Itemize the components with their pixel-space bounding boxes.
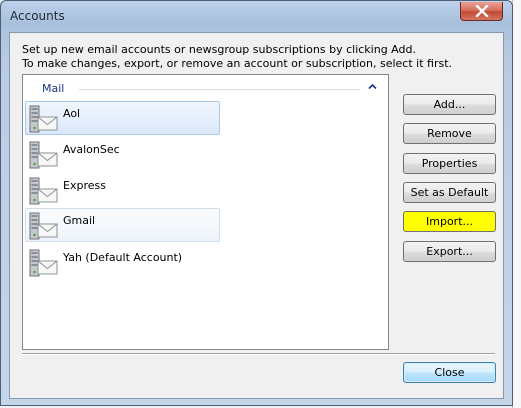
description-text: Set up new email accounts or newsgroup s… [22, 43, 452, 71]
title-bar[interactable]: Accounts [1, 1, 512, 31]
account-name: Yah (Default Account) [63, 251, 183, 264]
account-item-yah[interactable]: Yah (Default Account) [25, 245, 220, 279]
account-item-gmail[interactable]: Gmail [25, 208, 220, 242]
collapse-chevron-icon[interactable] [368, 83, 377, 90]
import-button[interactable]: Import... [403, 211, 496, 232]
description-line-2: To make changes, export, or remove an ac… [22, 57, 453, 70]
close-icon [474, 5, 489, 17]
mail-server-icon [29, 249, 59, 280]
set-as-default-button[interactable]: Set as Default [403, 182, 496, 203]
mail-server-icon [29, 212, 59, 243]
group-header-mail[interactable]: Mail [31, 82, 380, 96]
group-label: Mail [42, 82, 65, 95]
close-button[interactable]: Close [403, 362, 496, 383]
footer-separator [22, 353, 495, 355]
description-line-1: Set up new email accounts or newsgroup s… [22, 43, 416, 56]
accounts-dialog: Accounts Set up new email accounts or ne… [0, 0, 513, 406]
account-name: AvalonSec [63, 143, 120, 156]
window-close-button[interactable] [460, 2, 503, 21]
account-name: Gmail [63, 214, 96, 227]
window-title: Accounts [10, 9, 65, 23]
mail-server-icon [29, 177, 59, 208]
dialog-client-area: Set up new email accounts or newsgroup s… [9, 32, 504, 399]
account-item-express[interactable]: Express [25, 173, 220, 207]
background-window-edge [512, 0, 521, 408]
properties-button[interactable]: Properties [403, 153, 496, 174]
export-button[interactable]: Export... [403, 241, 496, 262]
account-list[interactable]: Mail Aol AvalonSec Express Gmail Yah (De… [22, 74, 389, 350]
account-name: Aol [63, 107, 81, 120]
add-button[interactable]: Add... [403, 94, 496, 115]
mail-server-icon [29, 141, 59, 172]
group-divider [79, 89, 360, 90]
account-item-avalonsec[interactable]: AvalonSec [25, 137, 220, 171]
mail-server-icon [29, 105, 59, 136]
account-item-aol[interactable]: Aol [25, 101, 220, 135]
account-name: Express [63, 179, 106, 192]
remove-button[interactable]: Remove [403, 123, 496, 144]
